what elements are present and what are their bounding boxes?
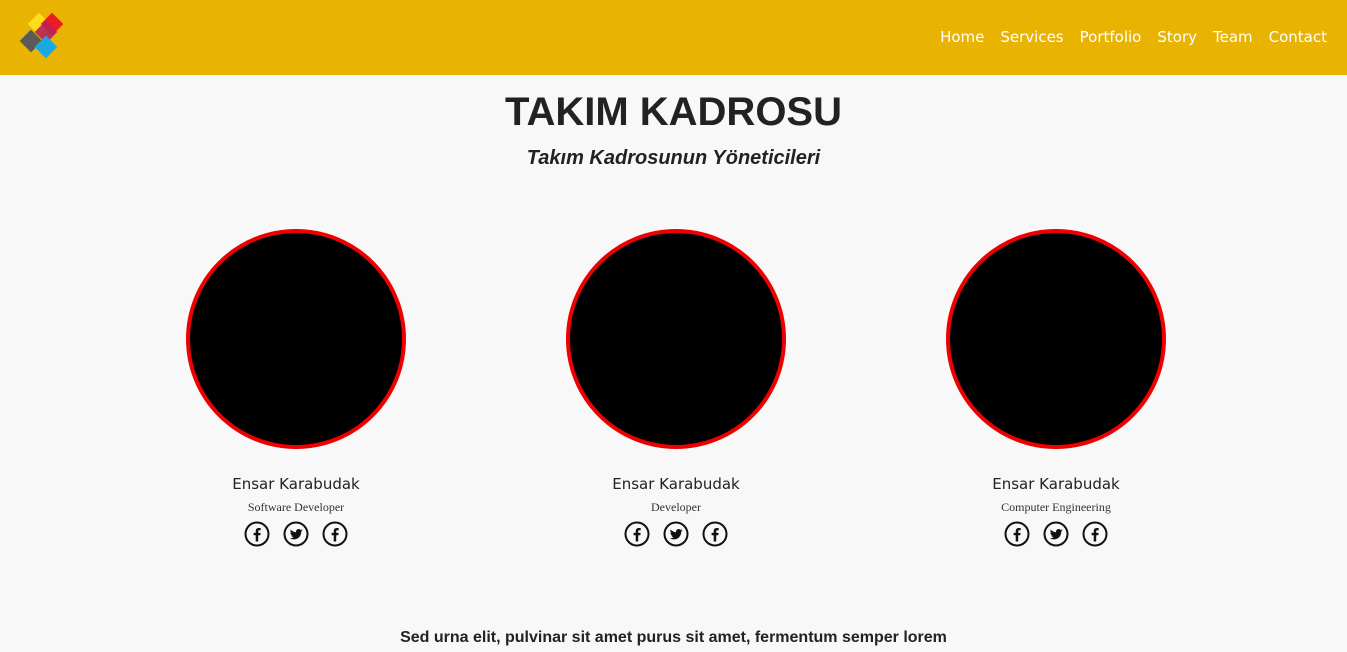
facebook-icon[interactable] (702, 521, 728, 547)
member-role: Computer Engineering (1001, 500, 1111, 514)
nav-portfolio-link[interactable]: Portfolio (1080, 28, 1142, 46)
nav-story-link[interactable]: Story (1157, 28, 1197, 46)
logo-icon[interactable] (16, 13, 66, 63)
facebook-icon[interactable] (322, 521, 348, 547)
member-photo (186, 229, 406, 449)
member-role: Developer (651, 500, 701, 514)
navbar: Home Services Portfolio Story Team Conta… (0, 0, 1347, 75)
nav-team-link[interactable]: Team (1213, 28, 1253, 46)
team-member-card: Ensar Karabudak Developer (566, 229, 786, 547)
member-photo (566, 229, 786, 449)
facebook-icon[interactable] (244, 521, 270, 547)
twitter-icon[interactable] (283, 521, 309, 547)
member-role: Software Developer (247, 500, 345, 514)
member-photo (946, 229, 1166, 449)
footer-text: Sed urna elit, pulvinar sit amet purus s… (400, 629, 947, 646)
twitter-icon[interactable] (1043, 521, 1069, 547)
member-name: Ensar Karabudak (232, 475, 360, 493)
social-links (946, 521, 1166, 547)
social-links (186, 521, 406, 547)
section-title: TAKIM KADROSU (504, 90, 842, 134)
facebook-icon[interactable] (624, 521, 650, 547)
facebook-icon[interactable] (1082, 521, 1108, 547)
nav-contact-link[interactable]: Contact (1269, 28, 1327, 46)
team-member-card: Ensar Karabudak Software Developer (186, 229, 406, 547)
twitter-icon[interactable] (663, 521, 689, 547)
nav-menu: Home Services Portfolio Story Team Conta… (924, 0, 1327, 73)
nav-services-link[interactable]: Services (1000, 28, 1063, 46)
social-links (566, 521, 786, 547)
facebook-icon[interactable] (1004, 521, 1030, 547)
nav-home-link[interactable]: Home (940, 28, 984, 46)
section-subtitle: Takım Kadrosunun Yöneticileri (526, 147, 821, 169)
team-member-card: Ensar Karabudak Computer Engineering (946, 229, 1166, 547)
member-name: Ensar Karabudak (992, 475, 1120, 493)
member-name: Ensar Karabudak (612, 475, 740, 493)
